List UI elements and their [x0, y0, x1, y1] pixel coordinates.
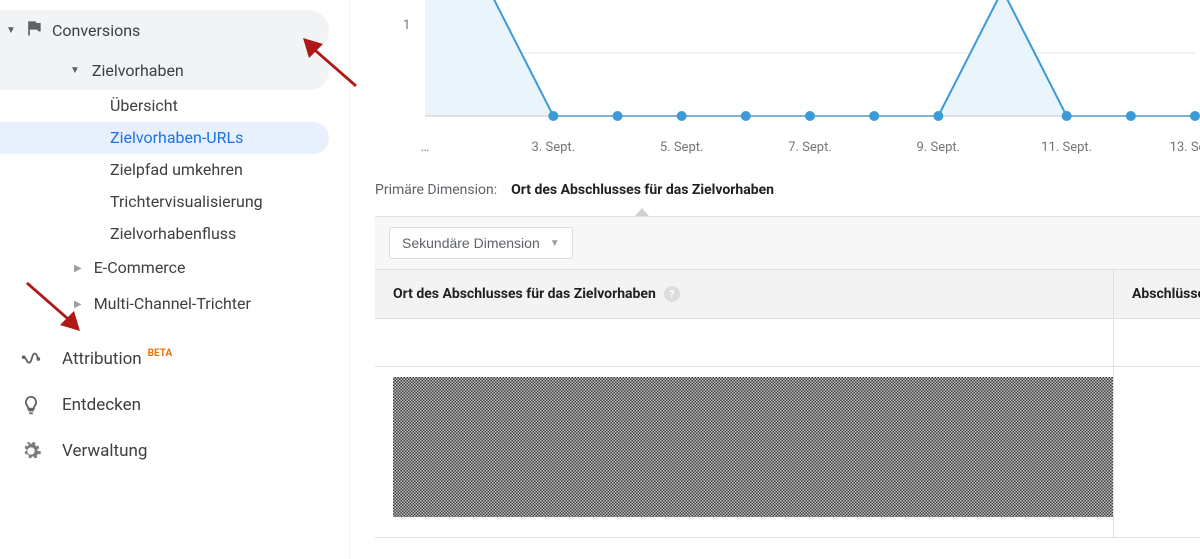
- primary-dimension-value[interactable]: Ort des Abschlusses für das Zielvorhaben: [511, 182, 774, 198]
- line-chart-svg: [375, 0, 1200, 140]
- x-axis-tick: 7. Sept.: [788, 140, 832, 155]
- primary-dimension-row: Primäre Dimension: Ort des Abschlusses f…: [375, 176, 1200, 208]
- attribution-icon: [20, 348, 62, 370]
- nav-section-conversions[interactable]: ▼ Conversions: [0, 10, 329, 51]
- redacted-block: [393, 377, 1113, 517]
- x-axis-tick: …: [421, 140, 430, 155]
- column-header-label: Ort des Abschlusses für das Zielvorhaben: [393, 286, 656, 302]
- secondary-dimension-label: Sekundäre Dimension: [402, 235, 540, 251]
- secondary-dimension-button[interactable]: Sekundäre Dimension ▼: [389, 227, 573, 259]
- chart[interactable]: 1 …3. Sept.5. Sept.7. Sept.9. Sept.11. S…: [375, 0, 1200, 170]
- table-cell: [1114, 367, 1200, 537]
- main-content: 1 …3. Sept.5. Sept.7. Sept.9. Sept.11. S…: [350, 0, 1200, 559]
- x-axis-tick: 13. Sept.: [1170, 140, 1200, 155]
- column-header-location[interactable]: Ort des Abschlusses für das Zielvorhaben…: [375, 270, 1114, 318]
- nav-label: Verwaltung: [62, 441, 147, 461]
- annotation-arrow: [18, 272, 88, 346]
- table-row: [375, 319, 1200, 367]
- nav-group-label: Multi-Channel-Trichter: [94, 294, 251, 314]
- chevron-down-icon: ▼: [70, 65, 80, 76]
- x-axis-tick: 11. Sept.: [1041, 140, 1092, 155]
- nav-label: Entdecken: [62, 395, 141, 415]
- table-cell: [1114, 319, 1200, 366]
- table-toolbar: Sekundäre Dimension ▼: [375, 216, 1200, 270]
- nav-item-goal-flow[interactable]: Zielvorhabenfluss: [0, 218, 329, 250]
- help-icon[interactable]: ?: [664, 286, 680, 302]
- chevron-down-icon: ▼: [550, 238, 560, 249]
- column-header-label: Abschlüsse: [1132, 286, 1200, 302]
- nav-item-goal-urls[interactable]: Zielvorhaben-URLs: [0, 122, 329, 154]
- annotation-arrow: [295, 32, 365, 106]
- table-body: [375, 319, 1200, 538]
- nav-group-goals[interactable]: ▼ Zielvorhaben: [0, 51, 329, 90]
- nav-item-reverse-path[interactable]: Zielpfad umkehren: [0, 154, 329, 186]
- primary-dimension-label: Primäre Dimension:: [375, 182, 497, 198]
- table-cell: [375, 319, 1114, 366]
- column-header-completions[interactable]: Abschlüsse: [1114, 270, 1200, 318]
- table-row: [375, 367, 1200, 537]
- nav-label: Attribution: [62, 349, 142, 369]
- nav-admin[interactable]: Verwaltung: [0, 428, 349, 474]
- nav-group-label: Zielvorhaben: [92, 61, 184, 80]
- nav-item-funnel-visualization[interactable]: Trichtervisualisierung: [0, 186, 329, 218]
- table-cell: [375, 367, 1114, 537]
- nav-item-overview[interactable]: Übersicht: [0, 90, 329, 122]
- table-header: Ort des Abschlusses für das Zielvorhaben…: [375, 270, 1200, 319]
- gear-icon: [20, 440, 62, 462]
- x-axis: … 3. Sept. 5. Sept. 7. Sept. 9. Sept. 11. Sep…: [375, 140, 1200, 160]
- nav-section-label: Conversions: [52, 21, 140, 40]
- x-axis-tick: 9. Sept.: [917, 140, 961, 155]
- beta-badge: BETA: [148, 348, 173, 359]
- lightbulb-icon: [20, 394, 62, 416]
- x-axis-tick: 5. Sept.: [660, 140, 704, 155]
- chevron-down-icon: ▼: [6, 25, 16, 36]
- flag-icon: [24, 18, 52, 43]
- nav-group-label: E-Commerce: [94, 258, 186, 278]
- x-axis-tick: 3. Sept.: [532, 140, 576, 155]
- nav-discover[interactable]: Entdecken: [0, 382, 349, 428]
- caret-up-icon: [635, 208, 649, 216]
